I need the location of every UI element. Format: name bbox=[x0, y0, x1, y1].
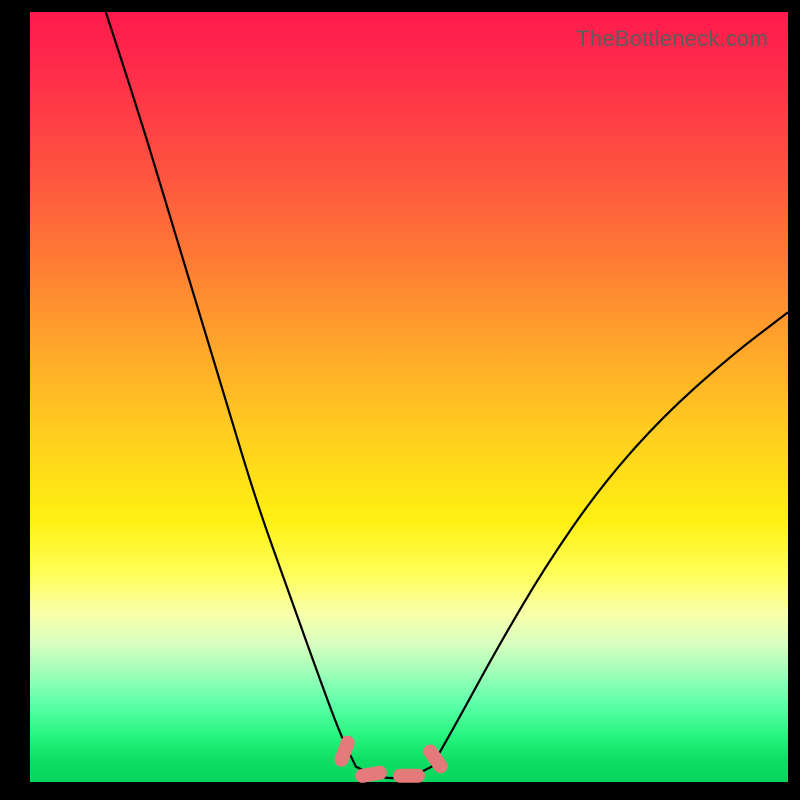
valley-marker bbox=[393, 769, 425, 783]
chart-svg bbox=[30, 12, 788, 782]
bottleneck-curve bbox=[106, 12, 788, 778]
plot-area: TheBottleneck.com bbox=[30, 12, 788, 782]
chart-frame: TheBottleneck.com bbox=[0, 0, 800, 800]
valley-marker bbox=[333, 734, 357, 769]
markers-group bbox=[333, 734, 451, 784]
